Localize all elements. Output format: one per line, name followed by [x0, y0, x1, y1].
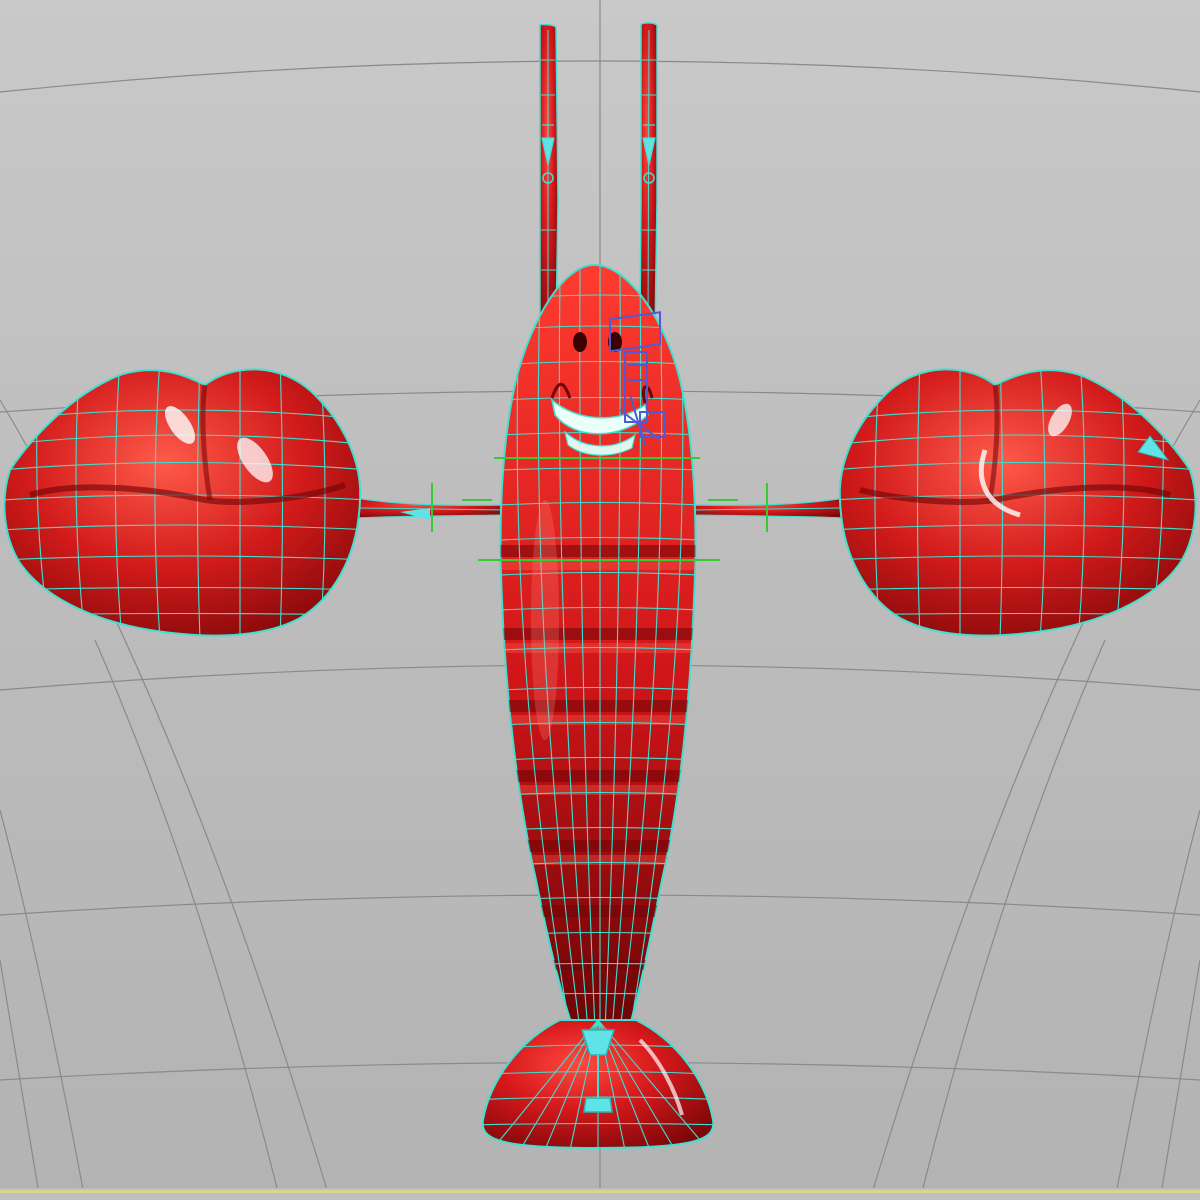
- lobster-body[interactable]: [478, 263, 720, 1030]
- claw-right[interactable]: [830, 360, 1200, 640]
- tail-end-joint-icon[interactable]: [583, 1097, 613, 1113]
- arm-right[interactable]: [694, 483, 846, 532]
- antenna-left[interactable]: [539, 23, 559, 331]
- 3d-viewport[interactable]: [0, 0, 1200, 1200]
- viewport-bottom-edge: [0, 1188, 1200, 1200]
- selection-edge-line: [0, 1190, 1200, 1193]
- tail-fan[interactable]: [470, 1019, 730, 1150]
- viewport-scene[interactable]: [0, 0, 1200, 1200]
- claw-left[interactable]: [0, 360, 370, 640]
- arm-left[interactable]: [354, 483, 506, 532]
- antenna-right[interactable]: [639, 22, 658, 331]
